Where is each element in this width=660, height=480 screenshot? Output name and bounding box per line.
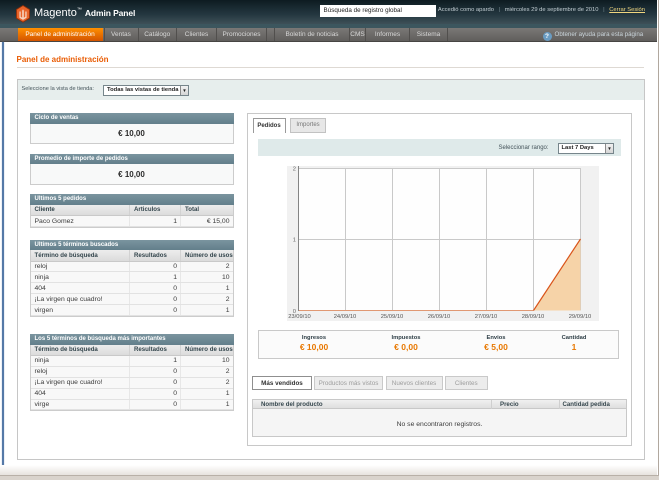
svg-text:25/09/10: 25/09/10 [381, 314, 404, 320]
svg-text:26/09/10: 26/09/10 [428, 314, 451, 320]
svg-text:28/09/10: 28/09/10 [522, 314, 545, 320]
svg-text:23/09/10: 23/09/10 [288, 314, 311, 320]
svg-text:29/09/10: 29/09/10 [569, 314, 592, 320]
svg-text:2: 2 [293, 167, 296, 173]
svg-text:1: 1 [293, 238, 296, 244]
svg-text:27/09/10: 27/09/10 [475, 314, 498, 320]
svg-text:24/09/10: 24/09/10 [334, 314, 357, 320]
